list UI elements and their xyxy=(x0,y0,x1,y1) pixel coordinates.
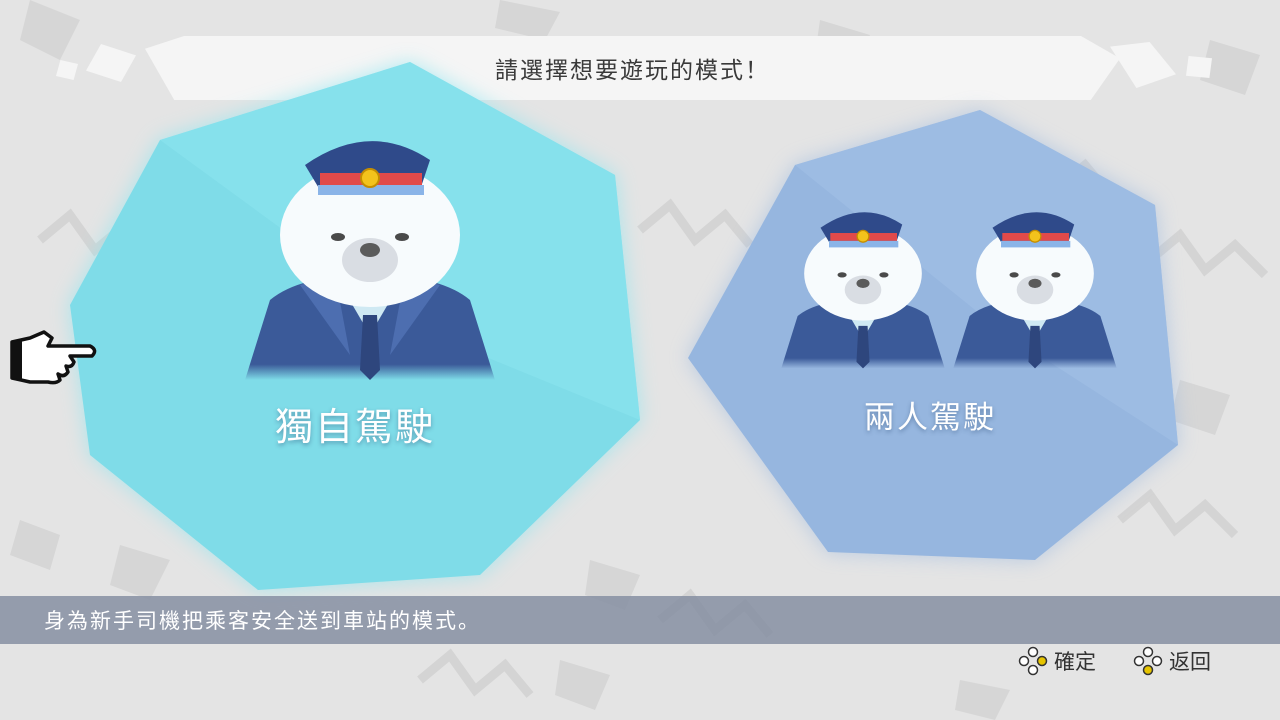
back-label: 返回 xyxy=(1169,650,1211,674)
confirm-label: 確定 xyxy=(1054,650,1096,674)
mode-duo-label: 兩人駕駛 xyxy=(864,400,996,436)
back-prompt[interactable]: 返回 xyxy=(1133,646,1211,676)
seal-conductor-duo-right-icon xyxy=(953,212,1117,369)
controller-buttons-icon xyxy=(1133,646,1163,676)
pointing-hand-icon xyxy=(10,330,97,385)
mode-duo-card[interactable] xyxy=(0,0,1178,560)
seal-conductor-duo-left-icon xyxy=(781,212,945,369)
confirm-prompt[interactable]: 確定 xyxy=(1018,646,1096,676)
mode-description: 身為新手司機把乘客安全送到車站的模式。 xyxy=(44,609,481,633)
controller-buttons-icon xyxy=(1018,646,1048,676)
